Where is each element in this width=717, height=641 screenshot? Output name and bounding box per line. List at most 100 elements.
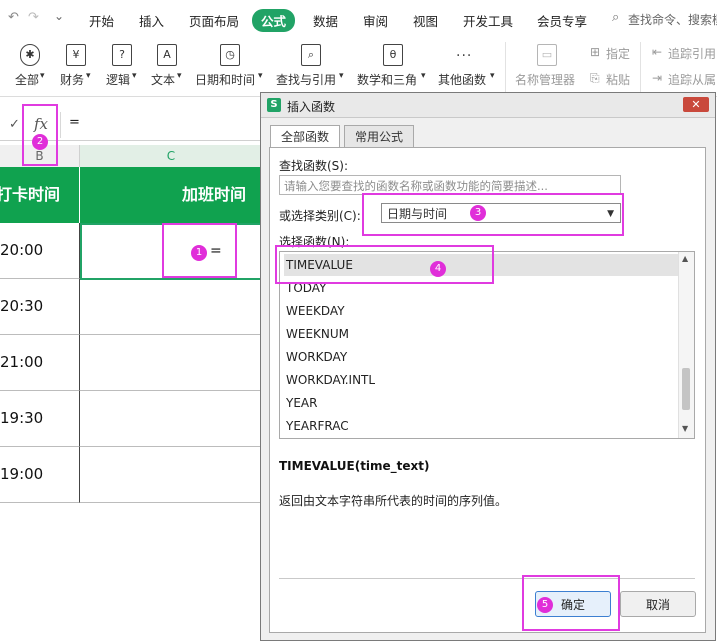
all-functions-label: 全部 — [15, 73, 40, 87]
dropdown-arrow-icon: ▾ — [132, 71, 137, 81]
math-trig-button[interactable]: θ — [383, 44, 403, 66]
dialog-titlebar: S 插入函数 ✕ — [261, 93, 715, 118]
asterisk-icon: ✱ — [20, 44, 40, 66]
search-icon[interactable]: ⌕ — [612, 10, 619, 25]
scroll-down-icon[interactable]: ▼ — [682, 424, 688, 433]
tab-review[interactable]: 审阅 — [363, 11, 388, 30]
category-label: 或选择类别(C): — [279, 209, 361, 223]
cell-c-row3[interactable] — [80, 335, 262, 391]
math-trig-label: 数学和三角 — [357, 73, 418, 87]
date-time-label: 日期和时间 — [195, 73, 256, 87]
tab-all-functions[interactable]: 全部函数 — [270, 125, 341, 148]
find-function-label: 查找函数(S): — [279, 159, 349, 173]
formula-input[interactable]: = — [69, 115, 80, 130]
dropdown-arrow-icon: ▾ — [490, 71, 495, 81]
name-manager-button[interactable]: 名称管理器 — [515, 71, 575, 88]
dropdown-arrow-icon: ▾ — [421, 71, 426, 81]
redo-icon[interactable]: ↷ — [28, 10, 39, 25]
dialog-divider — [279, 578, 695, 579]
cancel-button[interactable]: 取消 — [620, 591, 696, 617]
ribbon-divider — [505, 42, 506, 92]
cell-b-row4[interactable]: 19:30 — [0, 391, 80, 447]
tab-insert[interactable]: 插入 — [139, 11, 164, 30]
logical-button[interactable]: ? — [112, 44, 132, 66]
annotation-badge-5: 5 — [537, 597, 553, 613]
list-item[interactable]: WORKDAY — [284, 346, 347, 368]
annotation-box-3 — [362, 193, 624, 236]
column-header-c[interactable]: C — [80, 145, 263, 168]
yen-icon: ¥ — [66, 44, 86, 66]
function-signature: TIMEVALUE(time_text) — [279, 459, 430, 473]
text-button[interactable]: A — [157, 44, 177, 66]
tab-view[interactable]: 视图 — [413, 11, 438, 30]
dialog-title: 插入函数 — [287, 100, 336, 114]
command-search[interactable]: 查找命令、搜索模 — [628, 11, 717, 28]
specify-icon: ⊞ — [590, 45, 601, 59]
list-item[interactable]: WORKDAY.INTL — [284, 369, 375, 391]
cell-c-row4[interactable] — [80, 391, 262, 447]
annotation-box-4 — [275, 245, 494, 284]
formula-bar-divider — [60, 112, 61, 138]
magnifier-icon: ⌕ — [301, 44, 321, 66]
tab-page-layout[interactable]: 页面布局 — [189, 11, 239, 30]
scroll-up-icon[interactable]: ▲ — [682, 254, 688, 263]
check-icon[interactable]: ✓ — [9, 117, 20, 132]
paste-button[interactable]: 粘贴 — [606, 71, 630, 88]
dropdown-arrow-icon: ▾ — [258, 71, 263, 81]
more-functions-label: 其他函数 — [438, 73, 487, 87]
all-functions-button[interactable]: ✱ — [20, 44, 40, 66]
annotation-badge-1: 1 — [191, 245, 207, 261]
trace-dependents-button[interactable]: 追踪从属 — [668, 71, 716, 88]
financial-button[interactable]: ¥ — [66, 44, 86, 66]
tab-member[interactable]: 会员专享 — [537, 11, 587, 30]
list-item[interactable]: YEAR — [284, 392, 317, 414]
question-icon: ? — [112, 44, 132, 66]
lookup-reference-label: 查找与引用 — [276, 73, 337, 87]
tab-home[interactable]: 开始 — [89, 11, 114, 30]
more-functions-icon[interactable]: ··· — [456, 48, 472, 64]
text-a-icon: A — [157, 44, 177, 66]
list-item[interactable]: WEEKNUM — [284, 323, 349, 345]
quick-access-dropdown-icon[interactable]: ⌄ — [54, 9, 64, 23]
paste-icon: ⎘ — [590, 71, 600, 85]
undo-icon[interactable]: ↶ — [8, 10, 19, 25]
dropdown-arrow-icon: ▾ — [86, 71, 91, 81]
list-scrollbar[interactable]: ▲ ▼ — [678, 252, 694, 438]
date-time-button[interactable]: ◷ — [220, 44, 240, 66]
tab-data[interactable]: 数据 — [313, 11, 338, 30]
logical-label: 逻辑 — [106, 73, 131, 87]
wps-logo-icon: S — [267, 98, 281, 112]
list-item[interactable]: YEARFRAC — [284, 415, 349, 437]
financial-label: 财务 — [60, 73, 85, 87]
trace-precedents-button[interactable]: 追踪引用 — [668, 45, 716, 62]
annotation-badge-3: 3 — [470, 205, 486, 221]
tab-developer[interactable]: 开发工具 — [463, 11, 513, 30]
cell-text: 20:30 — [0, 297, 44, 315]
close-icon[interactable]: ✕ — [683, 97, 709, 112]
dropdown-arrow-icon: ▾ — [40, 71, 45, 81]
scroll-thumb[interactable] — [682, 368, 690, 410]
function-search-input[interactable]: 请输入您要查找的函数名称或函数功能的简要描述... — [279, 175, 621, 195]
tab-common-formulas[interactable]: 常用公式 — [344, 125, 415, 148]
list-item[interactable]: WEEKDAY — [284, 300, 345, 322]
specify-button[interactable]: 指定 — [606, 45, 630, 62]
tab-formulas[interactable]: 公式 — [252, 9, 296, 32]
cell-c-row2[interactable] — [80, 279, 262, 335]
cell-b-row5[interactable]: 19:00 — [0, 447, 80, 503]
cell-c-row1-value: = — [210, 243, 222, 259]
cell-c-row5[interactable] — [80, 447, 262, 503]
cell-b-row2[interactable]: 20:30 — [0, 279, 80, 335]
lookup-reference-button[interactable]: ⌕ — [301, 44, 321, 66]
insert-function-dialog: S 插入函数 ✕ 全部函数 常用公式 查找函数(S): 请输入您要查找的函数名称… — [260, 92, 716, 641]
trace-dependents-icon: ⇥ — [652, 71, 663, 85]
cell-b-row3[interactable]: 21:00 — [0, 335, 80, 391]
header-cell-overtime[interactable]: 加班时间 — [80, 167, 262, 223]
header-cell-punch-time[interactable]: 打卡时间 — [0, 167, 80, 223]
clock-icon: ◷ — [220, 44, 240, 66]
theta-icon: θ — [383, 44, 403, 66]
ribbon: ✱ 全部 ▾ ¥ 财务 ▾ ? 逻辑 ▾ A 文本 ▾ ◷ 日期和时间 ▾ ⌕ … — [0, 38, 717, 97]
function-description: 返回由文本字符串所代表的时间的序列值。 — [279, 494, 508, 508]
name-manager-icon: ▭ — [537, 44, 557, 66]
cell-b-row1[interactable]: 20:00 — [0, 223, 80, 279]
trace-precedents-icon: ⇤ — [652, 45, 663, 59]
